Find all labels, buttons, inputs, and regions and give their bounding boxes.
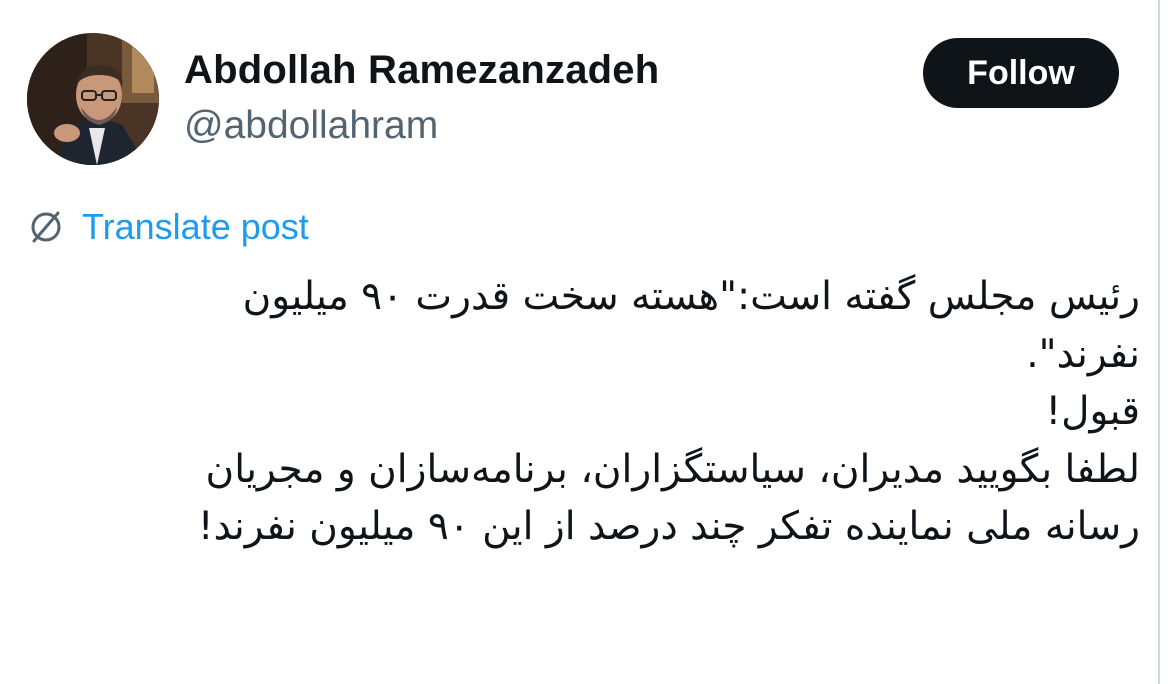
user-handle[interactable]: @abdollahram	[184, 104, 438, 148]
avatar-photo	[27, 33, 159, 165]
translate-post-link[interactable]: Translate post	[26, 206, 309, 248]
post-text-line: نفرند".	[1026, 331, 1140, 377]
post-text-line: رئیس مجلس گفته است:"هسته سخت قدرت ۹۰ میل…	[242, 274, 1140, 319]
post-text-line: رسانه ملی نماینده تفکر چند درصد از این ۹…	[197, 504, 1140, 549]
avatar[interactable]	[27, 33, 159, 165]
post-text-line: قبول!	[1045, 389, 1140, 434]
display-name[interactable]: Abdollah Ramezanzadeh	[184, 48, 659, 93]
post-text-line: لطفا بگویید مدیران، سیاستگزاران، برنامه‌…	[205, 446, 1140, 492]
post-header: Abdollah Ramezanzadeh @abdollahram Follo…	[0, 0, 1150, 190]
post-text: رئیس مجلس گفته است:"هسته سخت قدرت ۹۰ میل…	[30, 268, 1140, 556]
translate-icon	[26, 207, 66, 247]
right-divider	[1158, 0, 1160, 684]
translate-post-label: Translate post	[82, 206, 309, 247]
follow-button[interactable]: Follow	[923, 38, 1119, 108]
